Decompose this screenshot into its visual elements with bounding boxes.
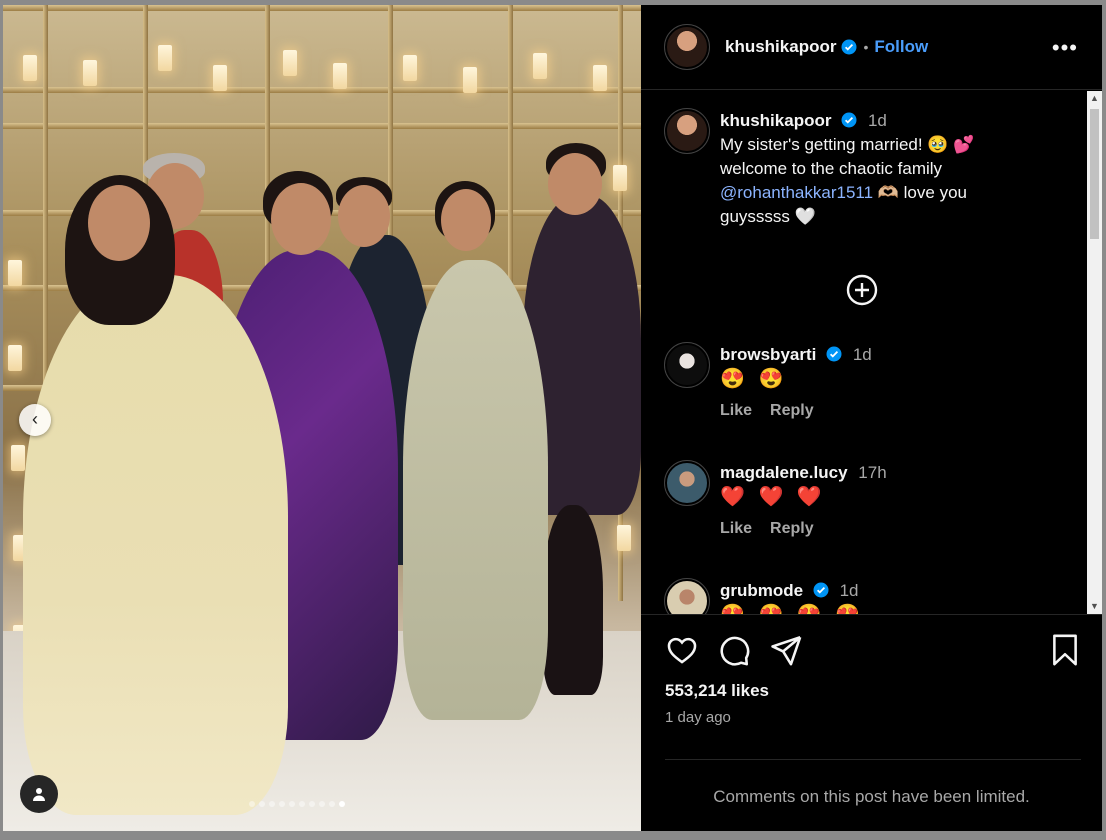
comment: browsbyarti 1d 😍 😍 Like Reply [664,342,872,423]
comment-text: ❤️ ❤️ ❤️ [720,486,826,508]
candle [83,60,97,86]
comment: grubmode 1d 😍 😍 😍 😍 [664,578,864,614]
candle [613,165,627,191]
comment-time[interactable]: 17h [858,463,886,482]
save-button[interactable] [1050,633,1080,667]
divider [641,614,1102,615]
reply-button[interactable]: Reply [770,517,814,541]
caption-line: welcome to the chaotic family [720,159,943,178]
avatar[interactable] [664,24,710,70]
bookmark-icon[interactable] [1050,633,1080,667]
caption-line: guysssss 🤍 [720,207,816,226]
shelf [3,123,641,129]
caption-line: My sister's getting married! 🥹 💕 [720,135,975,154]
avatar[interactable] [664,108,710,154]
plus-circle-icon[interactable] [846,274,878,306]
carousel-dot[interactable] [319,801,325,807]
comments-limited-notice: Comments on this post have been limited. [713,787,1030,806]
reply-button[interactable]: Reply [770,399,814,423]
carousel-dots [249,801,345,807]
candle [283,50,297,76]
action-icons [665,633,803,667]
carousel-dot[interactable] [259,801,265,807]
comment-text: 😍 😍 [720,368,788,390]
carousel-dot[interactable] [249,801,255,807]
scroll-up-icon[interactable]: ▲ [1087,91,1102,106]
shelf [3,5,641,11]
heart-icon[interactable] [665,633,699,667]
caption-text: My sister's getting married! 🥹 💕 welcome… [720,133,1020,229]
comment-author[interactable]: grubmode [720,581,803,600]
comment-time[interactable]: 1d [853,345,872,364]
avatar[interactable] [664,342,710,388]
comment-author[interactable]: browsbyarti [720,345,816,364]
candle [617,525,631,551]
comment-text: 😍 😍 😍 😍 [720,603,864,614]
candle [11,445,25,471]
carousel-dot[interactable] [329,801,335,807]
like-comment-button[interactable]: Like [720,517,752,541]
mention-link[interactable]: @rohanthakkar1511 [720,183,873,202]
candle [403,55,417,81]
candle [333,63,347,89]
verified-icon [841,39,857,55]
avatar[interactable] [664,578,710,614]
carousel-dot[interactable] [299,801,305,807]
candle [593,65,607,91]
carousel-dot[interactable] [269,801,275,807]
avatar[interactable] [664,460,710,506]
share-icon[interactable] [769,633,803,667]
divider [665,759,1081,760]
carousel-dot[interactable] [279,801,285,807]
candle [158,45,172,71]
comments-scrollbar[interactable]: ▲ ▼ [1087,91,1102,614]
verified-icon [841,112,857,128]
scroll-down-icon[interactable]: ▼ [1087,599,1102,614]
chevron-left-icon[interactable]: ‹ [19,404,51,436]
caption-time[interactable]: 1d [868,111,887,130]
shelf [3,87,641,93]
person-6-face [548,153,602,215]
candle [8,260,22,286]
comments-list[interactable]: khushikapoor 1d My sister's getting marr… [641,91,1087,614]
person-1-face [88,185,150,261]
caption: khushikapoor 1d My sister's getting marr… [664,108,1020,229]
scroll-thumb[interactable] [1090,109,1099,239]
separator: • [863,39,869,55]
comment: magdalene.lucy 17h ❤️ ❤️ ❤️ Like Reply [664,460,887,541]
person-5-face [441,189,491,251]
verified-icon [813,582,829,598]
like-comment-button[interactable]: Like [720,399,752,423]
candle [533,53,547,79]
post-modal: ‹ khushikapoor • Follow ••• khushikapoor [3,5,1102,831]
author-username[interactable]: khushikapoor [725,37,836,57]
follow-button[interactable]: Follow [874,37,928,57]
person-5 [403,260,548,720]
candle [213,65,227,91]
comment-icon[interactable] [717,633,751,667]
comment-author[interactable]: magdalene.lucy [720,463,848,482]
person-1 [23,275,288,815]
likes-count[interactable]: 553,214 likes [665,681,769,701]
carousel-dot[interactable] [339,801,345,807]
candle [463,67,477,93]
person-4-face [338,185,390,247]
caption-line: 🫶🏼 love you [873,183,967,202]
candle [8,345,22,371]
post-header: khushikapoor • Follow ••• [641,5,1102,90]
carousel-dot[interactable] [289,801,295,807]
caption-author[interactable]: khushikapoor [720,111,831,130]
comment-time[interactable]: 1d [840,581,859,600]
carousel-dot[interactable] [309,801,315,807]
user-tag-icon[interactable] [20,775,58,813]
person-3-face [271,183,331,255]
verified-icon [826,346,842,362]
post-photo[interactable]: ‹ [3,5,641,831]
post-panel: khushikapoor • Follow ••• khushikapoor 1… [641,5,1102,831]
candle [23,55,37,81]
more-icon[interactable]: ••• [1052,35,1078,61]
post-date[interactable]: 1 day ago [665,709,731,726]
person-6-legs [543,505,603,695]
